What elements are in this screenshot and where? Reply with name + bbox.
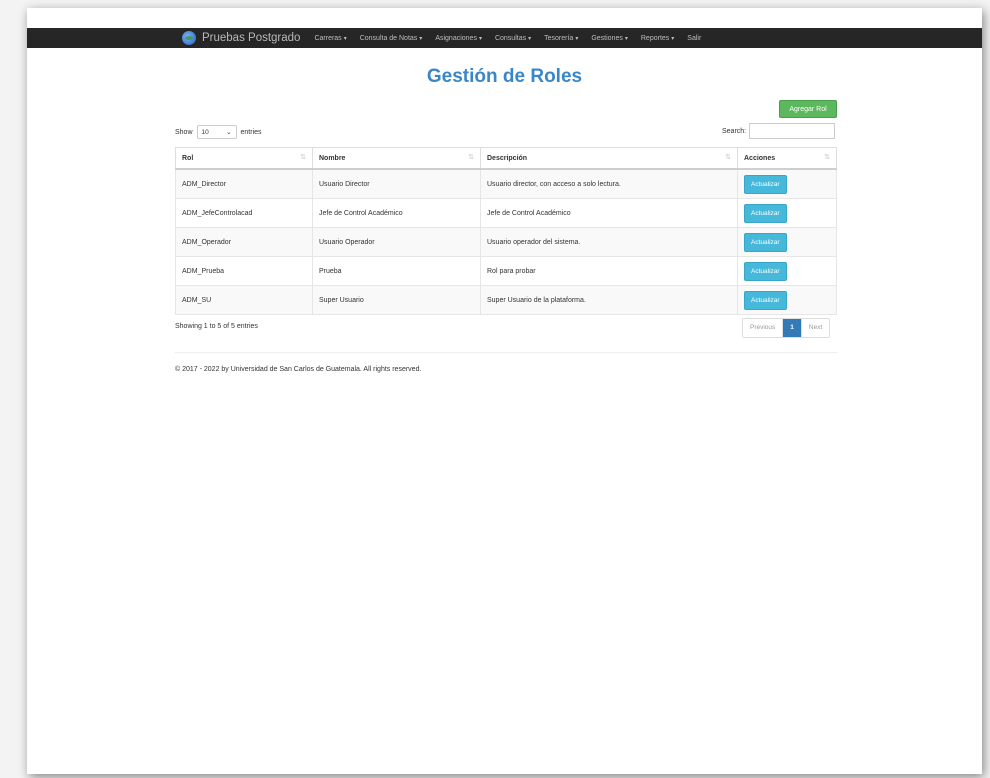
table-info: Showing 1 to 5 of 5 entries [175, 323, 258, 330]
cell-rol: ADM_Operador [175, 227, 313, 257]
menu-label: Tesorería [544, 34, 574, 42]
update-button[interactable]: Actualizar [744, 203, 787, 223]
table-row: ADM_Director Usuario Director Usuario di… [175, 168, 837, 199]
cell-acciones: Actualizar [737, 285, 837, 315]
menu-item-carreras[interactable]: Carreras ▾ [314, 35, 346, 42]
caret-down-icon: ▾ [419, 35, 423, 42]
table-row: ADM_Prueba Prueba Rol para probar Actual… [175, 256, 837, 286]
cell-acciones: Actualizar [737, 256, 837, 286]
column-header-rol[interactable]: Rol ⇅ [175, 147, 313, 170]
menu-label: Salir [687, 34, 702, 42]
menu-item-reportes[interactable]: Reportes ▾ [641, 35, 674, 42]
menu-label: Gestiones [591, 34, 623, 42]
cell-descripcion: Usuario operador del sistema. [480, 227, 738, 257]
menu-item-asignaciones[interactable]: Asignaciones ▾ [435, 35, 482, 42]
sort-icon: ⇅ [725, 154, 731, 161]
globe-logo-icon [182, 31, 196, 45]
column-header-descripcion[interactable]: Descripción ⇅ [480, 147, 738, 170]
cell-descripcion: Jefe de Control Académico [480, 198, 738, 228]
caret-down-icon: ▾ [528, 35, 532, 42]
menu-item-salir[interactable]: Salir [687, 35, 701, 42]
cell-rol: ADM_Prueba [175, 256, 313, 286]
brand-title: Pruebas Postgrado [202, 32, 301, 44]
column-header-nombre[interactable]: Nombre ⇅ [312, 147, 481, 170]
cell-nombre: Jefe de Control Académico [312, 198, 481, 228]
update-button[interactable]: Actualizar [744, 232, 787, 252]
cell-acciones: Actualizar [737, 168, 837, 199]
column-header-acciones[interactable]: Acciones ⇅ [737, 147, 837, 170]
pagination: Previous 1 Next [742, 318, 831, 338]
menu-label: Reportes [640, 34, 670, 42]
caret-down-icon: ▾ [575, 35, 579, 42]
caret-down-icon: ▾ [624, 35, 628, 42]
search-label: Search: [722, 127, 747, 135]
entries-label: entries [240, 128, 262, 136]
update-button[interactable]: Actualizar [744, 290, 787, 310]
table-row: ADM_SU Super Usuario Super Usuario de la… [175, 285, 837, 315]
menu-item-consulta-notas[interactable]: Consulta de Notas ▾ [360, 35, 423, 42]
menu-item-tesoreria[interactable]: Tesorería ▾ [544, 35, 578, 42]
show-label: Show [175, 128, 193, 136]
menu-item-gestiones[interactable]: Gestiones ▾ [591, 35, 628, 42]
table-row: ADM_JefeControlacad Jefe de Control Acad… [175, 198, 837, 228]
sort-icon: ⇅ [300, 154, 306, 161]
footer-copyright: © 2017 - 2022 by Universidad de San Carl… [175, 366, 422, 373]
roles-table: Rol ⇅ Nombre ⇅ Descripción ⇅ Acciones ⇅ ADM_… [175, 147, 837, 315]
menu-item-consultas[interactable]: Consultas ▾ [495, 35, 531, 42]
cell-nombre: Usuario Operador [312, 227, 481, 257]
cell-acciones: Actualizar [737, 198, 837, 228]
brand[interactable]: Pruebas Postgrado [182, 31, 300, 45]
caret-down-icon: ▾ [343, 35, 347, 42]
header-label: Nombre [319, 154, 346, 162]
table-header-row: Rol ⇅ Nombre ⇅ Descripción ⇅ Acciones ⇅ [175, 147, 837, 170]
next-page-button[interactable]: Next [802, 319, 829, 337]
cell-nombre: Prueba [312, 256, 481, 286]
search-input[interactable] [749, 123, 836, 139]
menu-label: Carreras [314, 34, 342, 42]
entries-length-control: Show 10 ⌄ entries [175, 125, 262, 139]
cell-rol: ADM_SU [175, 285, 313, 315]
header-label: Descripción [487, 154, 528, 162]
sort-icon: ⇅ [468, 154, 474, 161]
cell-acciones: Actualizar [737, 227, 837, 257]
page-1-button[interactable]: 1 [783, 319, 802, 337]
chevron-down-icon: ⌄ [226, 129, 232, 136]
cell-nombre: Super Usuario [312, 285, 481, 315]
cell-descripcion: Usuario director, con acceso a solo lect… [480, 168, 738, 199]
update-button[interactable]: Actualizar [744, 261, 787, 281]
menu-label: Consultas [494, 34, 527, 42]
cell-rol: ADM_JefeControlacad [175, 198, 313, 228]
header-label: Rol [182, 154, 194, 162]
caret-down-icon: ▾ [478, 35, 482, 42]
update-button[interactable]: Actualizar [744, 174, 787, 194]
footer-divider [175, 352, 837, 353]
menu-label: Consulta de Notas [359, 34, 418, 42]
menu-label: Asignaciones [435, 34, 477, 42]
add-role-button[interactable]: Agregar Rol [779, 100, 837, 118]
entries-select[interactable]: 10 ⌄ [196, 125, 237, 139]
entries-select-value: 10 [201, 128, 209, 136]
header-label: Acciones [744, 154, 776, 162]
search-control: Search: [722, 123, 836, 139]
table-row: ADM_Operador Usuario Operador Usuario op… [175, 227, 837, 257]
previous-page-button[interactable]: Previous [743, 319, 784, 337]
sort-icon: ⇅ [824, 154, 830, 161]
top-navbar: Pruebas Postgrado Carreras ▾ Consulta de … [27, 28, 982, 48]
caret-down-icon: ▾ [671, 35, 675, 42]
cell-nombre: Usuario Director [312, 168, 481, 199]
cell-rol: ADM_Director [175, 168, 313, 199]
cell-descripcion: Super Usuario de la plataforma. [480, 285, 738, 315]
page-title: Gestión de Roles [426, 66, 583, 87]
cell-descripcion: Rol para probar [480, 256, 738, 286]
main-menu: Carreras ▾ Consulta de Notas ▾ Asignacione… [314, 35, 714, 42]
browser-page: Pruebas Postgrado Carreras ▾ Consulta de … [27, 8, 982, 774]
